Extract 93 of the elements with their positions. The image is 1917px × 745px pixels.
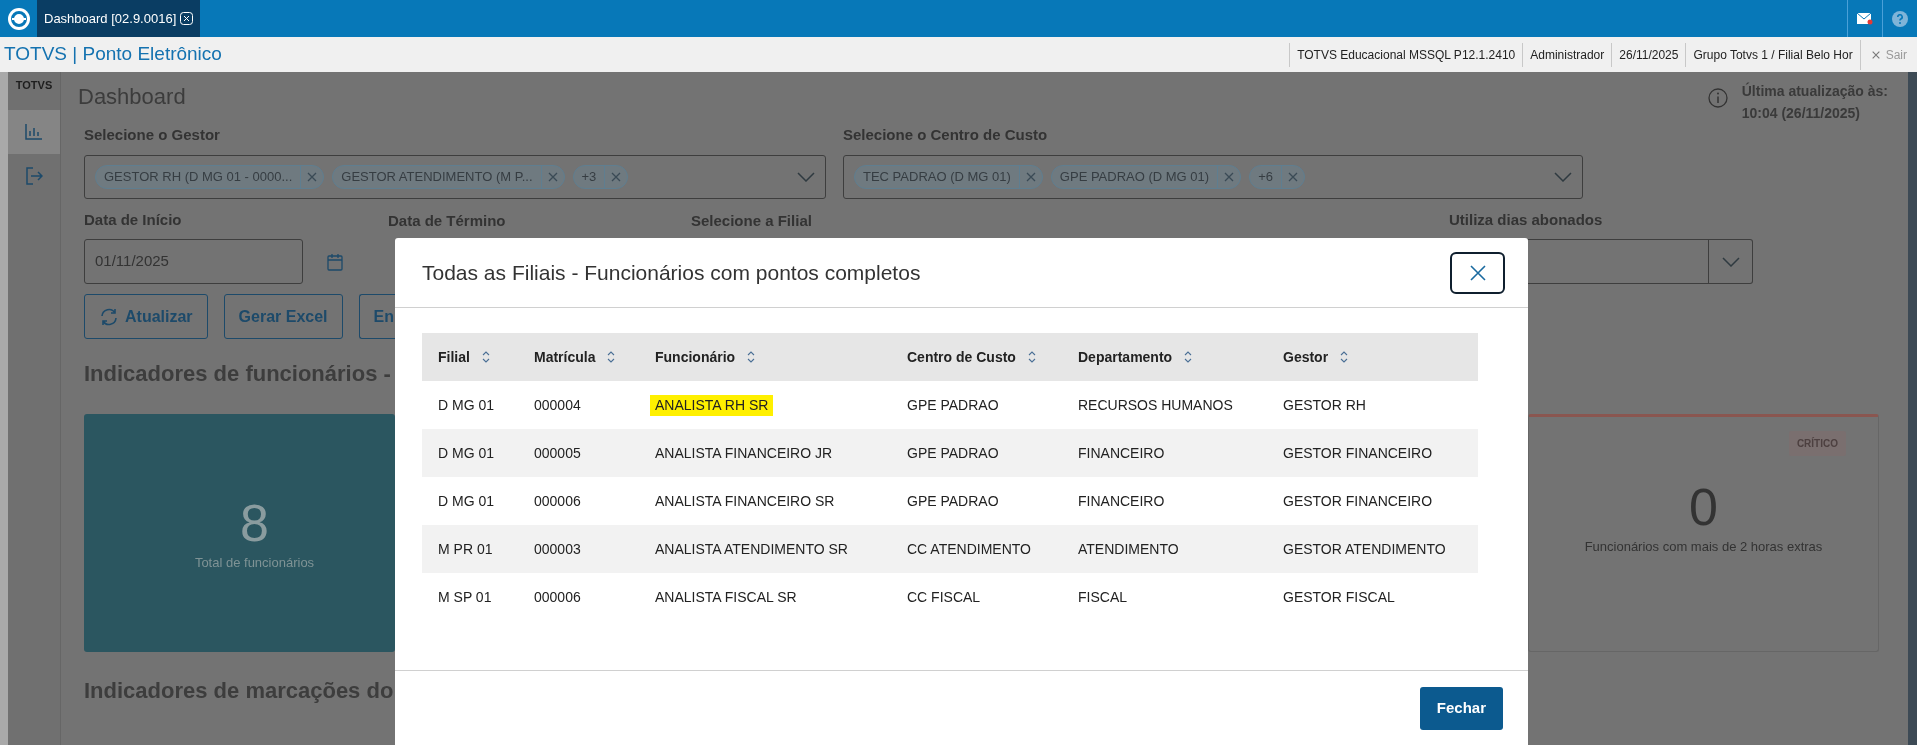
page-title: Dashboard [78, 83, 186, 111]
table-cell-text: 000005 [534, 443, 581, 463]
action-button[interactable]: Atualizar [84, 294, 208, 339]
field-label: Data de Início [84, 209, 183, 230]
chip[interactable]: +3 [572, 164, 629, 189]
column-header[interactable]: Funcionário [655, 346, 736, 368]
table-cell-text: D MG 01 [438, 443, 494, 463]
field-label: Selecione o Gestor [84, 125, 221, 145]
sort-icon[interactable] [1184, 351, 1193, 363]
table-cell-text: FINANCEIRO [1078, 491, 1165, 511]
table-cell-text: M PR 01 [438, 539, 493, 559]
sidebar-logo: TOTVS [14, 78, 54, 93]
chevron-down-icon[interactable] [1554, 171, 1572, 182]
close-icon[interactable] [1469, 264, 1486, 281]
header-info: Grupo Totvs 1 / Filial Belo Hor [1685, 42, 1860, 67]
sort-icon[interactable] [1340, 351, 1349, 363]
action-button[interactable]: En [358, 294, 395, 339]
tab[interactable]: Dashboard [02.9.0016] [37, 0, 201, 37]
calendar-icon[interactable] [327, 252, 343, 271]
field-label: Data de Término [388, 211, 506, 229]
column-header[interactable]: Matrícula [534, 346, 596, 368]
info-icon[interactable] [1707, 88, 1728, 108]
table-cell-text: 000006 [534, 491, 581, 511]
table-cell: ANALISTA RH SR [650, 394, 774, 416]
table-cell-text: GPE PADRAO [907, 443, 999, 463]
last-update-label: Última atualização às: [1741, 81, 1888, 101]
select-field[interactable] [1528, 239, 1753, 284]
column-header[interactable]: Departamento [1078, 346, 1173, 368]
table-cell-text: ATENDIMENTO [1078, 539, 1179, 559]
exit-icon[interactable] [25, 167, 43, 185]
table-cell-text: 000003 [534, 539, 581, 559]
scrollbar[interactable] [1908, 72, 1917, 745]
logout-button[interactable]: Sair [1859, 39, 1917, 70]
table-cell-text: ANALISTA FINANCEIRO SR [655, 491, 835, 511]
field-label: Selecione a Filial [691, 211, 812, 229]
table-cell-text: GPE PADRAO [907, 395, 999, 415]
modal-title: Todas as Filiais - Funcionários com pontos completos [422, 259, 921, 286]
table-cell-text: ANALISTA ATENDIMENTO SR [655, 539, 848, 559]
indicator-value: 0 [1689, 477, 1718, 537]
indicator-value: 8 [239, 493, 269, 554]
chip[interactable]: GPE PADRAO (D MG 01) [1050, 164, 1242, 189]
table-cell-text: ANALISTA FINANCEIRO JR [655, 443, 833, 463]
header-info: 26/11/2025 [1611, 42, 1686, 67]
table-cell-text: GESTOR ATENDIMENTO [1283, 539, 1446, 559]
chip[interactable]: GESTOR RH (D MG 01 - 0000... [95, 164, 325, 189]
refresh-icon[interactable] [99, 307, 119, 326]
column-header[interactable]: Centro de Custo [907, 346, 1016, 368]
table-cell-text: ANALISTA FISCAL SR [655, 587, 797, 607]
table-cell-text: CC ATENDIMENTO [907, 539, 1031, 559]
chevron-down-icon[interactable] [797, 171, 815, 182]
table-cell-text: D MG 01 [438, 491, 494, 511]
date-field[interactable]: 01/11/2025 [84, 239, 303, 284]
multiselect-field[interactable]: GESTOR RH (D MG 01 - 0000... GESTOR ATENDIMENTO (M P... +3 [84, 154, 826, 199]
table-cell-text: GESTOR FINANCEIRO [1283, 443, 1433, 463]
close-button[interactable] [1450, 251, 1505, 294]
table-cell-text: 000006 [534, 587, 581, 607]
header-info: Administrador [1522, 42, 1612, 67]
indicator-label: Funcionários com mais de 2 horas extras [1584, 538, 1823, 556]
sort-icon[interactable] [747, 351, 756, 363]
table-cell-text: GPE PADRAO [907, 491, 999, 511]
table-cell-text: GESTOR RH [1283, 395, 1366, 415]
table-cell-text: GESTOR FISCAL [1283, 587, 1395, 607]
field-label: Selecione o Centro de Custo [843, 125, 1049, 145]
app-title: TOTVS | Ponto Eletrônico [3, 42, 222, 67]
table-cell-text: RECURSOS HUMANOS [1078, 395, 1233, 415]
table-cell-text: FINANCEIRO [1078, 443, 1165, 463]
indicator-label: Total de funcionários [193, 554, 315, 573]
table-cell-text: CC FISCAL [907, 587, 981, 607]
table-cell-text: M SP 01 [438, 587, 492, 607]
chip[interactable]: TEC PADRAO (D MG 01) [854, 164, 1043, 189]
app-logo-icon[interactable] [6, 6, 31, 31]
action-button[interactable]: Gerar Excel [223, 294, 343, 339]
column-header[interactable]: Filial [438, 346, 470, 368]
close-modal-button[interactable]: Fechar [1419, 687, 1503, 730]
sort-icon[interactable] [1027, 351, 1036, 363]
field-label: Utiliza dias abonados [1449, 209, 1604, 230]
sort-icon[interactable] [607, 351, 616, 363]
help-icon[interactable] [1892, 10, 1908, 27]
table-cell-text: GESTOR FINANCEIRO [1283, 491, 1433, 511]
chip[interactable]: +6 [1249, 164, 1305, 189]
header-info: TOTVS Educacional MSSQL P12.1.2410 [1289, 42, 1523, 67]
table-cell-text: 000004 [534, 395, 581, 415]
mail-icon[interactable] [1857, 12, 1873, 25]
table-cell-text: FISCAL [1078, 587, 1127, 607]
chip[interactable]: GESTOR ATENDIMENTO (M P... [332, 164, 565, 189]
multiselect-field[interactable]: TEC PADRAO (D MG 01) GPE PADRAO (D MG 01) +6 [843, 154, 1583, 199]
bar-chart-icon[interactable] [25, 124, 43, 140]
sort-icon[interactable] [481, 351, 490, 363]
chevron-down-icon[interactable] [1721, 256, 1740, 267]
table-cell-text: D MG 01 [438, 395, 494, 415]
sidebar-item[interactable] [8, 110, 60, 154]
last-update-time: 10:04 (26/11/2025) [1741, 104, 1862, 123]
column-header[interactable]: Gestor [1283, 346, 1329, 368]
